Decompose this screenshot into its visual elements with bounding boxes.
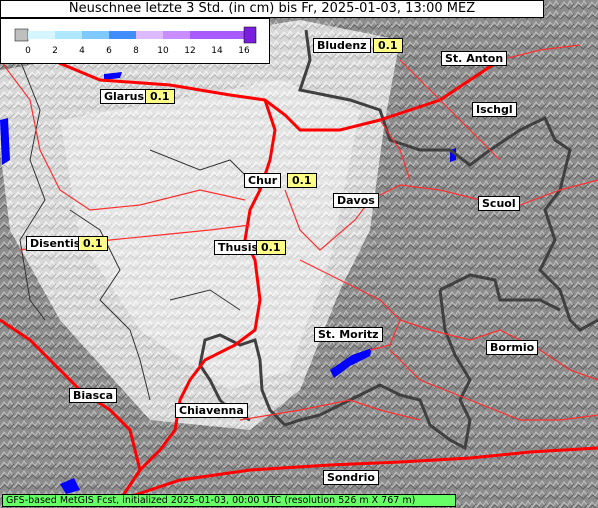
place-label-bormio: Bormio bbox=[486, 340, 539, 355]
snow-value-bludenz: 0.1 bbox=[373, 38, 403, 53]
legend-tick: 12 bbox=[184, 46, 195, 56]
place-label-bludenz: Bludenz bbox=[313, 38, 371, 53]
place-label-glarus: Glarus bbox=[100, 89, 149, 104]
snow-value-disentis: 0.1 bbox=[78, 236, 108, 251]
place-label-ischgl: Ischgl bbox=[472, 102, 517, 117]
terrain-map bbox=[0, 0, 598, 508]
legend-scale: 0 2 4 6 8 10 12 14 16 bbox=[14, 26, 257, 56]
legend-tick: 14 bbox=[211, 46, 223, 56]
color-legend: 0 2 4 6 8 10 12 14 16 bbox=[0, 18, 270, 64]
place-label-st-anton: St. Anton bbox=[441, 51, 508, 66]
legend-tick: 2 bbox=[52, 46, 58, 56]
legend-tick: 0 bbox=[25, 46, 31, 56]
place-label-chur: Chur bbox=[244, 173, 282, 188]
place-label-biasca: Biasca bbox=[69, 388, 118, 403]
snow-value-glarus: 0.1 bbox=[145, 89, 175, 104]
legend-tick: 8 bbox=[133, 46, 139, 56]
place-label-disentis: Disentis bbox=[26, 236, 85, 251]
place-label-davos: Davos bbox=[333, 193, 379, 208]
legend-tick: 16 bbox=[238, 46, 250, 56]
map-title: Neuschnee letzte 3 Std. (in cm) bis Fr, … bbox=[0, 0, 544, 18]
place-label-sondrio: Sondrio bbox=[323, 470, 379, 485]
place-label-chiavenna: Chiavenna bbox=[175, 403, 248, 418]
snow-value-thusis: 0.1 bbox=[256, 240, 286, 255]
snow-value-chur: 0.1 bbox=[287, 173, 317, 188]
place-label-thusis: Thusis bbox=[214, 240, 263, 255]
legend-tick: 4 bbox=[79, 46, 85, 56]
legend-tick: 10 bbox=[157, 46, 169, 56]
place-label-st-moritz: St. Moritz bbox=[314, 327, 383, 342]
legend-tick: 6 bbox=[106, 46, 112, 56]
forecast-footer: GFS-based MetGIS Fcst, initialized 2025-… bbox=[2, 494, 456, 507]
place-label-scuol: Scuol bbox=[478, 196, 520, 211]
